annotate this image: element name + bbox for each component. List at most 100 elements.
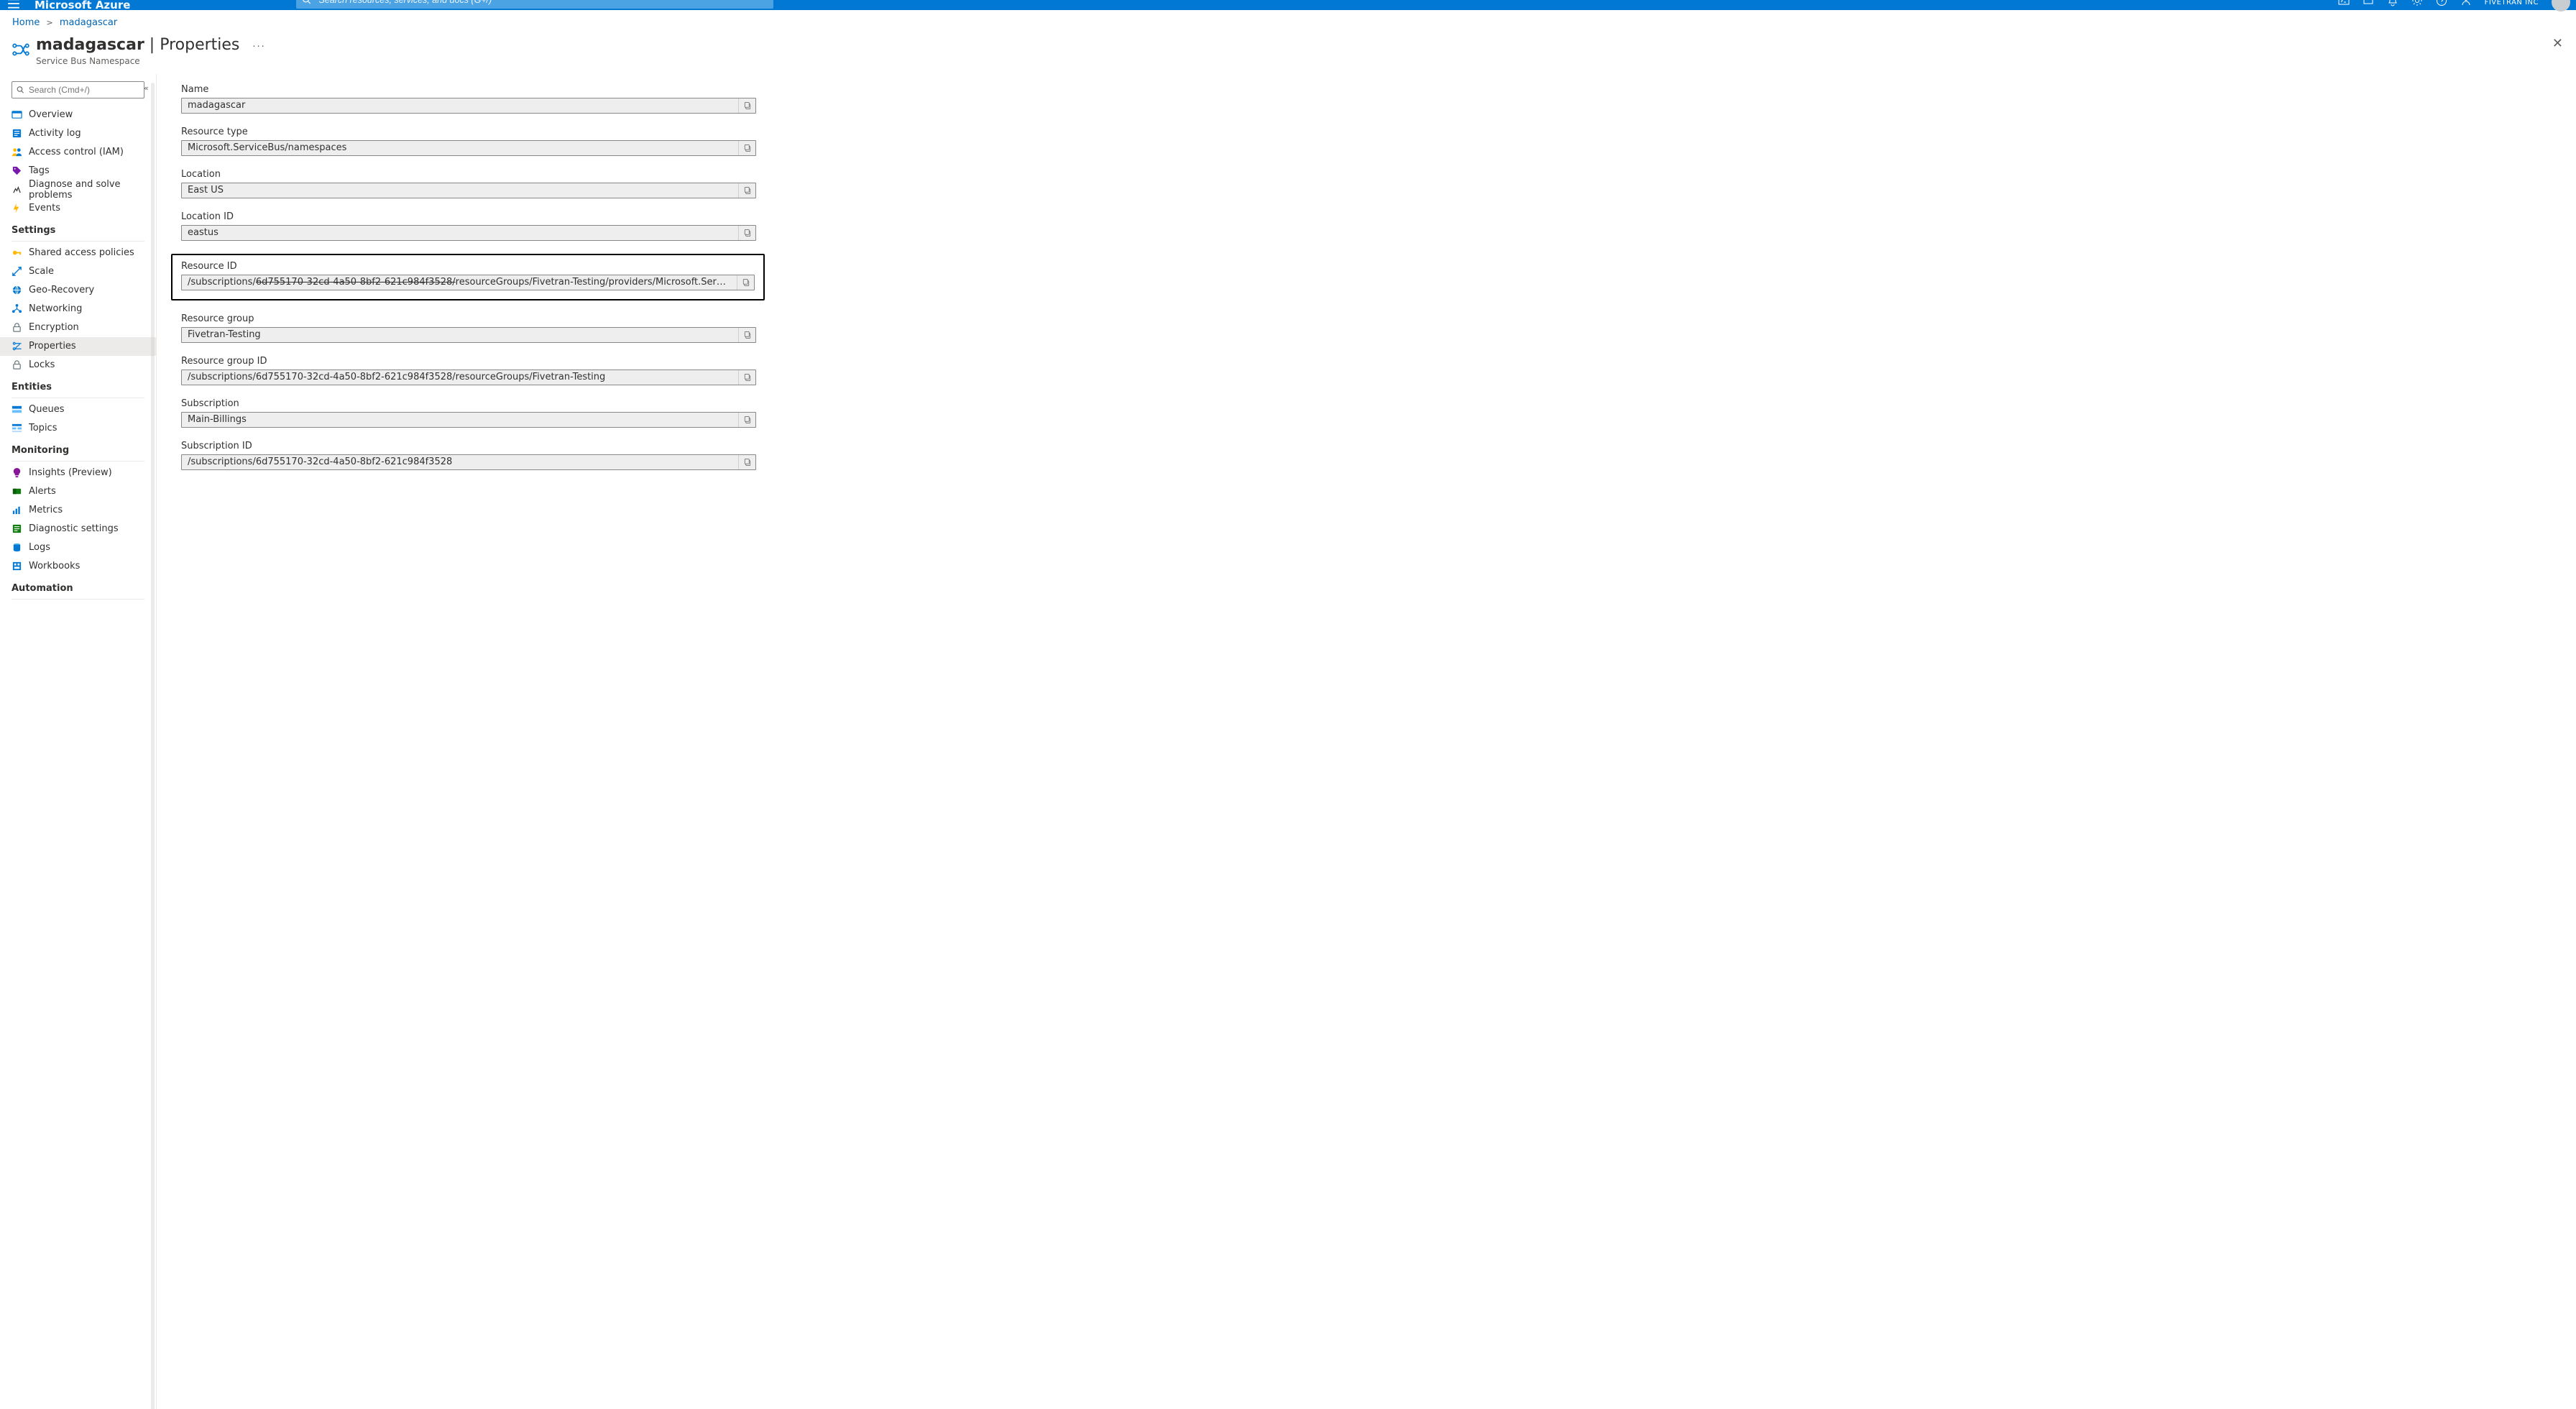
property-row-resource-type: Resource type Microsoft.ServiceBus/namesp… — [181, 127, 756, 156]
property-value[interactable]: /subscriptions/6d755170-32cd-4a50-8bf2-6… — [182, 456, 738, 467]
settings-icon[interactable] — [2411, 0, 2423, 9]
property-label: Resource type — [181, 127, 756, 137]
property-label: Subscription ID — [181, 441, 756, 451]
property-value[interactable]: East US — [182, 185, 738, 196]
sidebar-item-tags[interactable]: Tags — [0, 162, 156, 180]
sidebar-item-queues[interactable]: Queues — [0, 400, 156, 419]
property-label: Resource ID — [181, 261, 755, 272]
copy-button[interactable] — [738, 226, 755, 240]
property-value-box: Fivetran-Testing — [181, 327, 756, 343]
copy-button[interactable] — [738, 370, 755, 385]
global-search[interactable] — [296, 0, 773, 9]
sidebar: « OverviewActivity logAccess control (IA… — [0, 74, 157, 1409]
copy-button[interactable] — [737, 275, 754, 290]
activity-icon — [12, 128, 22, 139]
tags-icon — [12, 165, 22, 176]
property-value[interactable]: Main-Billings — [182, 414, 738, 425]
sidebar-item-metrics[interactable]: Metrics — [0, 501, 156, 520]
iam-icon — [12, 147, 22, 157]
sidebar-item-label: Properties — [29, 341, 76, 352]
sidebar-item-insights-preview[interactable]: Insights (Preview) — [0, 464, 156, 482]
sidebar-item-label: Tags — [29, 165, 50, 176]
feedback-icon[interactable] — [2460, 0, 2472, 9]
events-icon — [12, 203, 22, 214]
breadcrumb: Home > madagascar — [0, 10, 2576, 33]
copy-button[interactable] — [738, 98, 755, 113]
sidebar-item-properties[interactable]: Properties — [0, 337, 156, 356]
copy-button[interactable] — [738, 455, 755, 469]
cloud-shell-icon[interactable] — [2338, 0, 2350, 9]
copy-button[interactable] — [738, 141, 755, 155]
scrollbar[interactable] — [151, 83, 155, 1409]
sidebar-item-alerts[interactable]: Alerts — [0, 482, 156, 501]
sidebar-item-label: Workbooks — [29, 561, 80, 572]
sidebar-item-scale[interactable]: Scale — [0, 262, 156, 281]
section-settings-label: Settings — [0, 218, 156, 239]
sidebar-item-label: Scale — [29, 266, 54, 277]
sidebar-search[interactable] — [12, 81, 144, 98]
sidebar-item-workbooks[interactable]: Workbooks — [0, 557, 156, 576]
copy-icon — [743, 144, 752, 152]
copy-icon — [743, 331, 752, 339]
sidebar-item-encryption[interactable]: Encryption — [0, 318, 156, 337]
close-blade-button[interactable]: ✕ — [2552, 36, 2563, 51]
divider — [12, 461, 144, 462]
search-icon — [17, 86, 24, 94]
copy-icon — [742, 278, 750, 287]
help-icon[interactable] — [2436, 0, 2447, 9]
copy-button[interactable] — [738, 328, 755, 342]
sidebar-item-access-control-iam[interactable]: Access control (IAM) — [0, 143, 156, 162]
sidebar-item-diagnostic-settings[interactable]: Diagnostic settings — [0, 520, 156, 538]
sidebar-item-events[interactable]: Events — [0, 199, 156, 218]
property-row-resource-group: Resource group Fivetran-Testing — [181, 313, 756, 343]
topics-icon — [12, 423, 22, 433]
property-value[interactable]: /subscriptions/6d755170-32cd-4a50-8bf2-6… — [182, 277, 737, 288]
property-value[interactable]: /subscriptions/6d755170-32cd-4a50-8bf2-6… — [182, 372, 738, 382]
search-icon — [302, 0, 312, 5]
sidebar-item-label: Insights (Preview) — [29, 467, 112, 478]
hamburger-icon[interactable] — [7, 0, 20, 13]
property-value[interactable]: madagascar — [182, 100, 738, 111]
breadcrumb-home[interactable]: Home — [12, 17, 40, 28]
sidebar-item-overview[interactable]: Overview — [0, 106, 156, 124]
copy-icon — [743, 186, 752, 195]
logs-icon — [12, 542, 22, 553]
breadcrumb-resource[interactable]: madagascar — [60, 17, 117, 28]
sidebar-item-activity-log[interactable]: Activity log — [0, 124, 156, 143]
blade-subtitle: Service Bus Namespace — [36, 56, 239, 66]
sidebar-item-diagnose-and-solve-problems[interactable]: Diagnose and solve problems — [0, 180, 156, 199]
collapse-sidebar-button[interactable]: « — [144, 83, 149, 93]
copy-icon — [743, 458, 752, 467]
queues-icon — [12, 404, 22, 415]
divider — [12, 241, 144, 242]
topbar-right-icons: FIVETRAN INC — [2338, 0, 2570, 12]
global-search-input[interactable] — [318, 0, 768, 6]
sidebar-item-locks[interactable]: Locks — [0, 356, 156, 375]
copy-icon — [743, 416, 752, 424]
property-value-box: /subscriptions/6d755170-32cd-4a50-8bf2-6… — [181, 275, 755, 290]
sidebar-item-topics[interactable]: Topics — [0, 419, 156, 438]
service-bus-icon — [12, 40, 30, 59]
sidebar-item-shared-access-policies[interactable]: Shared access policies — [0, 244, 156, 262]
geo-icon — [12, 285, 22, 295]
sidebar-item-label: Diagnostic settings — [29, 523, 119, 534]
avatar[interactable] — [2552, 0, 2570, 12]
directories-icon[interactable] — [2363, 0, 2374, 9]
more-actions-button[interactable]: ··· — [252, 42, 265, 52]
brand-label[interactable]: Microsoft Azure — [34, 0, 130, 12]
property-row-subscription: SubscriptionMain-Billings — [181, 398, 756, 428]
metrics-icon — [12, 505, 22, 515]
sidebar-search-input[interactable] — [27, 84, 139, 96]
copy-button[interactable] — [738, 413, 755, 427]
tenant-label[interactable]: FIVETRAN INC — [2485, 0, 2539, 6]
copy-button[interactable] — [738, 183, 755, 198]
property-label: Resource group — [181, 313, 756, 324]
notifications-icon[interactable] — [2387, 0, 2398, 9]
sidebar-item-geo-recovery[interactable]: Geo-Recovery — [0, 281, 156, 300]
sidebar-item-networking[interactable]: Networking — [0, 300, 156, 318]
sidebar-item-logs[interactable]: Logs — [0, 538, 156, 557]
property-value[interactable]: eastus — [182, 227, 738, 238]
workbooks-icon — [12, 561, 22, 572]
property-value[interactable]: Microsoft.ServiceBus/namespaces — [182, 142, 738, 153]
property-value[interactable]: Fivetran-Testing — [182, 329, 738, 340]
